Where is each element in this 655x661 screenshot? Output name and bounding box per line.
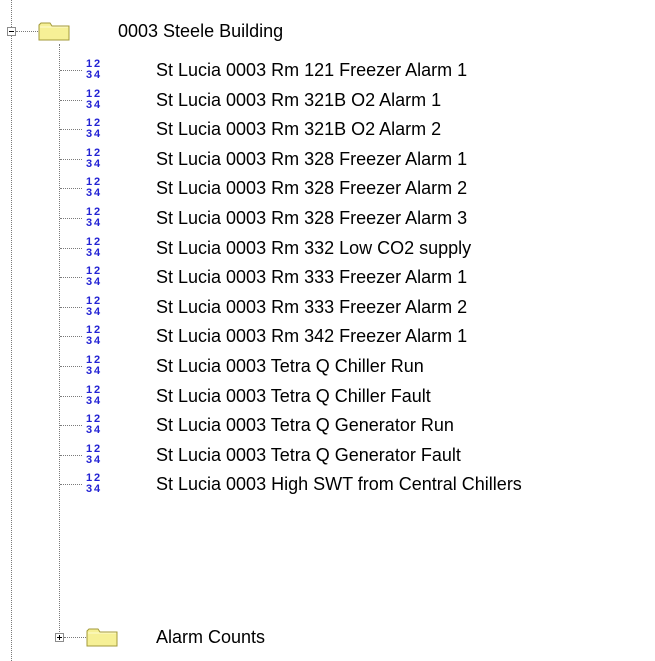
tree-connector xyxy=(60,366,82,367)
tree-item-label: St Lucia 0003 High SWT from Central Chil… xyxy=(156,474,522,494)
numeric-point-icon: 1234 xyxy=(86,88,101,111)
tree-item-label: St Lucia 0003 Tetra Q Chiller Run xyxy=(156,356,424,376)
tree-item[interactable]: 1 2 3 4 St Lucia 0003 Rm 328 Freezer Alarm 2 xyxy=(0,175,655,204)
tree-connector xyxy=(60,484,82,485)
tree-item[interactable]: 1 2 3 4 St Lucia 0003 Rm 333 Freezer Alarm 1 xyxy=(0,264,655,293)
tree-connector xyxy=(60,307,82,308)
numeric-point-icon: 1234 xyxy=(86,413,101,436)
tree-connector xyxy=(64,637,86,638)
tree-item-label: St Lucia 0003 Tetra Q Generator Fault xyxy=(156,445,461,465)
tree-connector xyxy=(60,248,82,249)
numeric-point-icon: 1234 xyxy=(86,443,101,466)
numeric-point-icon: 1234 xyxy=(86,354,101,377)
tree-connector xyxy=(60,425,82,426)
tree-node-label: Alarm Counts xyxy=(156,627,266,647)
tree-connector xyxy=(60,70,82,71)
numeric-point-icon: 1234 xyxy=(86,236,101,259)
tree-node-label: 0003 Steele Building xyxy=(118,21,284,41)
tree-connector xyxy=(16,31,38,32)
tree-item[interactable]: 1 2 3 4 St Lucia 0003 Rm 332 Low CO2 supply xyxy=(0,235,655,264)
numeric-point-icon: 1234 xyxy=(86,295,101,318)
tree-connector xyxy=(60,188,82,189)
numeric-point-icon: 1234 xyxy=(86,58,101,81)
expand-toggle-icon[interactable] xyxy=(55,633,64,642)
numeric-point-icon: 1234 xyxy=(86,324,101,347)
tree-item-label: St Lucia 0003 Rm 332 Low CO2 supply xyxy=(156,238,472,258)
collapse-toggle-icon[interactable] xyxy=(7,27,16,36)
tree-item[interactable]: 1 2 3 4 St Lucia 0003 Rm 121 Freezer Alarm 1 xyxy=(0,57,655,86)
tree-view: 0003 Steele Building 1 2 3 4 St Lucia 0003 R… xyxy=(0,0,655,661)
tree-connector xyxy=(60,455,82,456)
numeric-point-icon: 1234 xyxy=(86,147,101,170)
tree-item-label: St Lucia 0003 Rm 342 Freezer Alarm 1 xyxy=(156,326,468,346)
numeric-point-icon: 1234 xyxy=(86,117,101,140)
tree-connector xyxy=(60,100,82,101)
tree-item[interactable]: 1 2 3 4 St Lucia 0003 Rm 328 Freezer Alarm 3 xyxy=(0,205,655,234)
tree-connector xyxy=(60,218,82,219)
tree-item[interactable]: 1 2 3 4 St Lucia 0003 High SWT from Central … xyxy=(0,471,655,500)
tree-connector xyxy=(60,159,82,160)
numeric-point-icon: 1234 xyxy=(86,206,101,229)
tree-node-root[interactable]: 0003 Steele Building xyxy=(0,18,655,47)
tree-item-label: St Lucia 0003 Rm 321B O2 Alarm 1 xyxy=(156,90,442,110)
tree-item-label: St Lucia 0003 Tetra Q Chiller Fault xyxy=(156,386,431,406)
numeric-point-icon: 1234 xyxy=(86,472,101,495)
tree-item-label: St Lucia 0003 Rm 328 Freezer Alarm 1 xyxy=(156,149,468,169)
folder-icon xyxy=(38,22,70,41)
tree-item-label: St Lucia 0003 Rm 328 Freezer Alarm 3 xyxy=(156,208,468,228)
tree-item[interactable]: 1 2 3 4 St Lucia 0003 Rm 333 Freezer Alarm 2 xyxy=(0,294,655,323)
tree-item-label: St Lucia 0003 Rm 333 Freezer Alarm 2 xyxy=(156,297,468,317)
tree-item[interactable]: 1 2 3 4 St Lucia 0003 Tetra Q Generator Run xyxy=(0,412,655,441)
tree-connector xyxy=(60,396,82,397)
tree-connector xyxy=(60,129,82,130)
tree-item[interactable]: 1 2 3 4 St Lucia 0003 Tetra Q Chiller Run xyxy=(0,353,655,382)
folder-icon xyxy=(86,628,118,647)
tree-item[interactable]: 1 2 3 4 St Lucia 0003 Tetra Q Generator Faul… xyxy=(0,442,655,471)
tree-item[interactable]: 1 2 3 4 St Lucia 0003 Rm 321B O2 Alarm 2 xyxy=(0,116,655,145)
tree-item[interactable]: 1 2 3 4 St Lucia 0003 Tetra Q Chiller Fault xyxy=(0,383,655,412)
numeric-point-icon: 1234 xyxy=(86,176,101,199)
tree-item[interactable]: 1 2 3 4 St Lucia 0003 Rm 328 Freezer Alarm 1 xyxy=(0,146,655,175)
tree-item-label: St Lucia 0003 Rm 321B O2 Alarm 2 xyxy=(156,119,442,139)
tree-connector xyxy=(60,336,82,337)
tree-item[interactable]: 1 2 3 4 St Lucia 0003 Rm 342 Freezer Alarm 1 xyxy=(0,323,655,352)
tree-item[interactable]: 1 2 3 4 St Lucia 0003 Rm 321B O2 Alarm 1 xyxy=(0,87,655,116)
numeric-point-icon: 1234 xyxy=(86,384,101,407)
tree-item-label: St Lucia 0003 Rm 333 Freezer Alarm 1 xyxy=(156,267,468,287)
tree-item-label: St Lucia 0003 Rm 328 Freezer Alarm 2 xyxy=(156,178,468,198)
numeric-point-icon: 1234 xyxy=(86,265,101,288)
tree-item-label: St Lucia 0003 Rm 121 Freezer Alarm 1 xyxy=(156,60,468,80)
tree-item-label: St Lucia 0003 Tetra Q Generator Run xyxy=(156,415,454,435)
tree-connector xyxy=(60,277,82,278)
tree-node-alarm-counts[interactable]: Alarm Counts xyxy=(0,624,655,653)
